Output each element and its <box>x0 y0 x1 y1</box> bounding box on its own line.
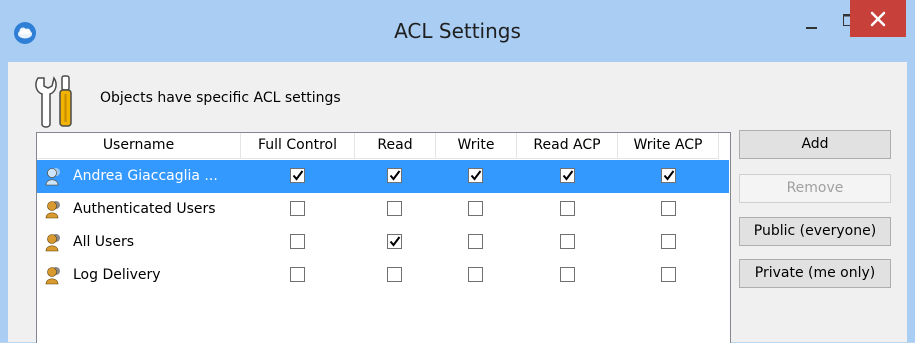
column-header-write-acp[interactable]: Write ACP <box>618 133 719 159</box>
close-button[interactable] <box>850 0 906 37</box>
read-checkbox[interactable] <box>387 267 402 282</box>
check-icon <box>389 236 401 247</box>
read-acp-checkbox[interactable] <box>560 201 575 216</box>
user-group-icon <box>45 201 60 219</box>
tools-icon <box>35 75 72 128</box>
table-row[interactable]: All Users <box>37 226 729 259</box>
acl-heading: Objects have specific ACL settings <box>100 90 341 106</box>
read-checkbox[interactable] <box>387 201 402 216</box>
write-acp-checkbox[interactable] <box>661 201 676 216</box>
user-group-icon <box>45 168 60 186</box>
read-acp-checkbox[interactable] <box>560 168 575 183</box>
public-everyone-button[interactable]: Public (everyone) <box>739 217 891 246</box>
write-checkbox[interactable] <box>468 234 483 249</box>
write-checkbox[interactable] <box>468 267 483 282</box>
dialog-body: Objects have specific ACL settings Usern… <box>8 62 907 343</box>
table-row[interactable]: Authenticated Users <box>37 193 729 226</box>
check-icon <box>470 170 482 181</box>
write-checkbox[interactable] <box>468 168 483 183</box>
column-header-full-control[interactable]: Full Control <box>241 133 355 159</box>
read-checkbox[interactable] <box>387 168 402 183</box>
table-row[interactable]: Log Delivery <box>37 259 729 292</box>
window-title: ACL Settings <box>394 19 521 43</box>
table-row[interactable]: Andrea Giaccaglia ... <box>37 160 729 193</box>
full-control-checkbox[interactable] <box>290 267 305 282</box>
full-control-checkbox[interactable] <box>290 201 305 216</box>
column-header-write[interactable]: Write <box>436 133 517 159</box>
full-control-checkbox[interactable] <box>290 234 305 249</box>
column-header-read-acp[interactable]: Read ACP <box>517 133 618 159</box>
full-control-checkbox[interactable] <box>290 168 305 183</box>
minimize-button[interactable] <box>798 16 826 40</box>
close-icon <box>870 11 886 27</box>
read-acp-checkbox[interactable] <box>560 267 575 282</box>
acl-settings-window: ACL Settings Objects have specific ACL s… <box>0 0 915 343</box>
username-cell: Andrea Giaccaglia ... <box>73 168 218 184</box>
user-group-icon <box>45 234 60 252</box>
title-bar[interactable]: ACL Settings <box>0 0 915 62</box>
check-icon <box>663 170 675 181</box>
write-acp-checkbox[interactable] <box>661 267 676 282</box>
column-header-read[interactable]: Read <box>355 133 436 159</box>
username-cell: Authenticated Users <box>73 201 216 217</box>
username-cell: Log Delivery <box>73 267 161 283</box>
column-header-username[interactable]: Username <box>37 133 241 159</box>
check-icon <box>292 170 304 181</box>
check-icon <box>562 170 574 181</box>
read-checkbox[interactable] <box>387 234 402 249</box>
write-acp-checkbox[interactable] <box>661 234 676 249</box>
user-group-icon <box>45 267 60 285</box>
check-icon <box>389 170 401 181</box>
private-me-only-button[interactable]: Private (me only) <box>739 259 891 288</box>
write-acp-checkbox[interactable] <box>661 168 676 183</box>
write-checkbox[interactable] <box>468 201 483 216</box>
username-cell: All Users <box>73 234 135 250</box>
remove-button[interactable]: Remove <box>739 174 891 203</box>
add-button[interactable]: Add <box>739 130 891 159</box>
read-acp-checkbox[interactable] <box>560 234 575 249</box>
acl-table[interactable]: Username Full Control Read Write Read AC… <box>36 132 731 343</box>
